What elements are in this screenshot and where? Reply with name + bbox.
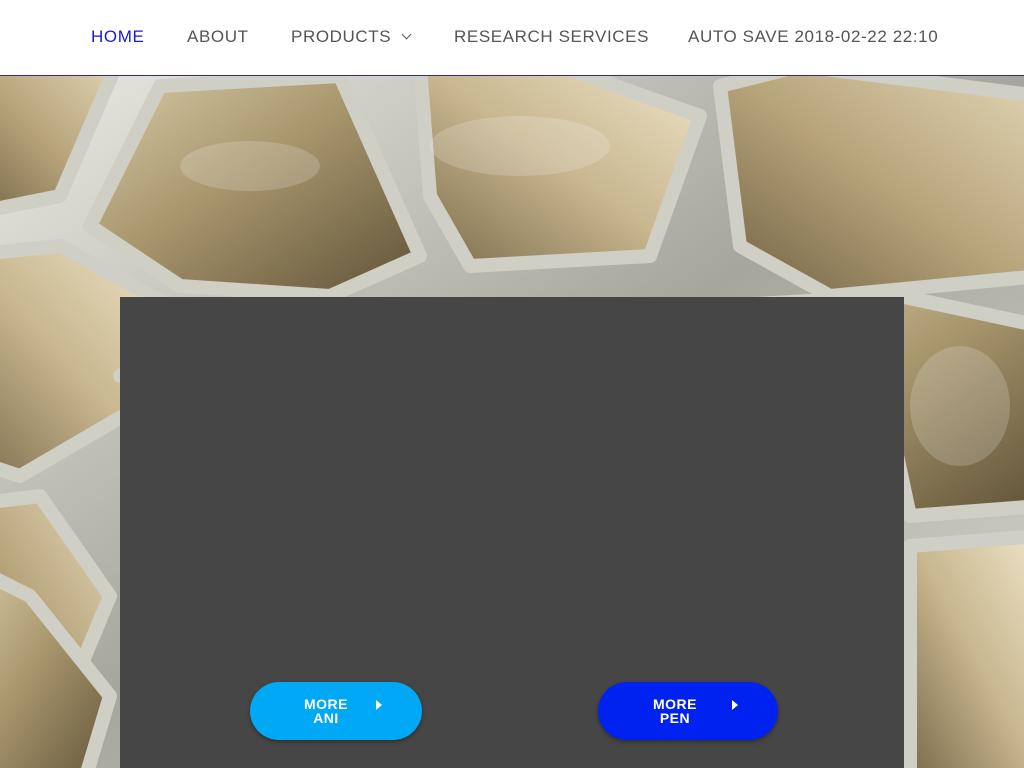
nav-about[interactable]: ABOUT — [187, 27, 249, 47]
more-pen-line1: MORE — [653, 696, 697, 712]
nav-auto-save-label: AUTO SAVE 2018-02-22 22:10 — [688, 27, 939, 46]
content-panel — [120, 297, 904, 768]
more-ani-line1: MORE — [304, 696, 348, 712]
nav-auto-save[interactable]: AUTO SAVE 2018-02-22 22:10 — [688, 27, 938, 47]
top-navigation: HOME ABOUT PRODUCTS RESEARCH SERVICES AU… — [0, 0, 1024, 76]
more-pen-line2: PEN — [659, 710, 691, 726]
nav-products[interactable]: PRODUCTS — [291, 27, 412, 47]
more-ani-button[interactable]: MORE ANI — [250, 682, 422, 740]
more-ani-line2: ANI — [313, 710, 339, 726]
more-pen-button[interactable]: MORE PEN — [598, 682, 778, 740]
caret-right-icon — [732, 700, 738, 710]
nav-home[interactable]: HOME — [91, 27, 144, 47]
caret-right-icon — [376, 700, 382, 710]
nav-about-label: ABOUT — [187, 27, 249, 46]
more-pen-label: MORE PEN — [640, 697, 710, 725]
nav-research-services[interactable]: RESEARCH SERVICES — [454, 27, 649, 47]
nav-home-label: HOME — [91, 27, 145, 46]
nav-research-services-label: RESEARCH SERVICES — [454, 27, 650, 46]
chevron-down-icon — [401, 29, 412, 40]
more-ani-label: MORE ANI — [291, 697, 361, 725]
page: HOME ABOUT PRODUCTS RESEARCH SERVICES AU… — [0, 0, 1024, 768]
nav-products-label: PRODUCTS — [291, 27, 392, 46]
